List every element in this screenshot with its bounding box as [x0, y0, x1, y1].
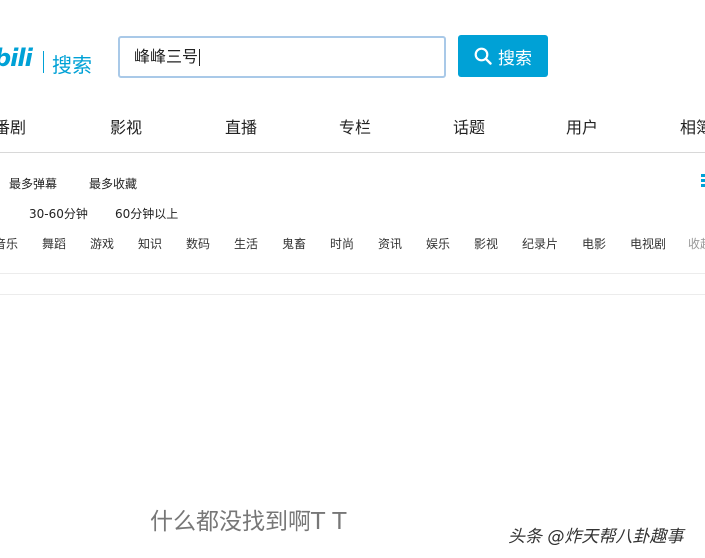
category-movies[interactable]: 电影 [582, 235, 606, 252]
search-button[interactable]: 搜索 [458, 35, 548, 77]
tab-bangumi[interactable]: 番剧 [0, 114, 26, 138]
sort-most-favorites[interactable]: 最多收藏 [89, 175, 137, 192]
tabs-divider [0, 152, 705, 153]
category-music[interactable]: 音乐 [0, 235, 18, 252]
tab-live[interactable]: 直播 [225, 114, 257, 138]
search-page: bili 搜索 峰峰三号 搜索 番剧 影视 直播 专栏 话题 用户 相簿 最多弹… [0, 0, 705, 558]
category-life[interactable]: 生活 [234, 235, 258, 252]
logo-divider [43, 51, 44, 73]
results-divider [0, 294, 705, 295]
category-knowledge[interactable]: 知识 [138, 235, 162, 252]
tab-albums[interactable]: 相簿 [680, 114, 705, 138]
category-news[interactable]: 资讯 [378, 235, 402, 252]
empty-result-message: 什么都没找到啊T T [150, 509, 347, 535]
watermark: 头条 @炸天帮八卦趣事 [508, 527, 684, 547]
filter-divider [0, 273, 705, 274]
category-kichiku[interactable]: 鬼畜 [282, 235, 306, 252]
category-documentary[interactable]: 纪录片 [522, 235, 558, 252]
category-dance[interactable]: 舞蹈 [42, 235, 66, 252]
duration-30-60[interactable]: 30-60分钟 [29, 205, 88, 222]
category-games[interactable]: 游戏 [90, 235, 114, 252]
filter-toggle-icon[interactable] [701, 174, 705, 188]
sort-most-danmaku[interactable]: 最多弹幕 [9, 175, 57, 192]
category-digital[interactable]: 数码 [186, 235, 210, 252]
category-film-tv[interactable]: 影视 [474, 235, 498, 252]
tab-topics[interactable]: 话题 [453, 114, 485, 138]
text-caret [199, 49, 201, 66]
tab-articles[interactable]: 专栏 [339, 114, 371, 138]
category-entertainment[interactable]: 娱乐 [426, 235, 450, 252]
duration-60-plus[interactable]: 60分钟以上 [115, 205, 178, 222]
search-input-value: 峰峰三号 [134, 47, 199, 66]
search-icon [474, 47, 492, 65]
search-button-label: 搜索 [498, 48, 532, 69]
search-input[interactable]: 峰峰三号 [118, 36, 446, 78]
bilibili-logo[interactable]: bili [0, 44, 33, 72]
collapse-filters-button[interactable]: 收起 [688, 235, 705, 252]
category-tv-series[interactable]: 电视剧 [630, 235, 666, 252]
tab-users[interactable]: 用户 [566, 114, 598, 138]
logo-search-label: 搜索 [52, 53, 92, 77]
tab-movies-tv[interactable]: 影视 [110, 114, 142, 138]
category-fashion[interactable]: 时尚 [330, 235, 354, 252]
